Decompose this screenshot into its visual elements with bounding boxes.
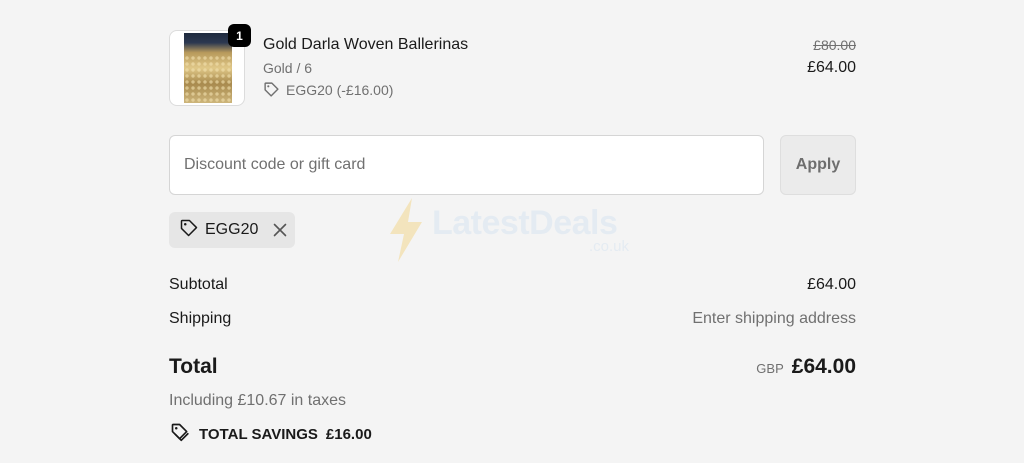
total-label: Total [169, 355, 218, 378]
savings-label: TOTAL SAVINGS [199, 425, 318, 443]
product-image [184, 33, 232, 103]
subtotal-value: £64.00 [807, 276, 856, 293]
tag-icon [179, 218, 199, 243]
quantity-badge: 1 [228, 24, 251, 47]
original-price: £80.00 [813, 37, 856, 53]
total-value: £64.00 [791, 355, 856, 378]
shipping-label: Shipping [169, 310, 232, 327]
total-amount: GBP £64.00 [756, 355, 856, 379]
savings-tag-icon [169, 422, 191, 446]
product-variant: Gold / 6 [263, 60, 313, 76]
subtotal-label: Subtotal [169, 276, 228, 293]
shipping-value: Enter shipping address [692, 310, 856, 327]
line-item: 1 Gold Darla Woven Ballerinas Gold / 6 E… [169, 24, 856, 106]
order-summary: 1 Gold Darla Woven Ballerinas Gold / 6 E… [169, 0, 856, 463]
product-discount-text: EGG20 (-£16.00) [286, 81, 394, 98]
apply-button[interactable]: Apply [780, 135, 856, 195]
product-name: Gold Darla Woven Ballerinas [263, 36, 469, 53]
total-savings: TOTAL SAVINGS £16.00 [169, 422, 372, 446]
product-price: £64.00 [807, 59, 856, 76]
taxes-note: Including £10.67 in taxes [169, 392, 347, 409]
discount-code-input[interactable] [169, 135, 764, 195]
tag-icon [263, 81, 280, 98]
product-discount: EGG20 (-£16.00) [263, 81, 393, 98]
applied-discount-chip: EGG20 [169, 212, 295, 248]
savings-value: £16.00 [325, 425, 372, 443]
currency-code: GBP [756, 361, 784, 376]
applied-code-text: EGG20 [205, 221, 259, 238]
close-icon[interactable] [272, 222, 288, 238]
